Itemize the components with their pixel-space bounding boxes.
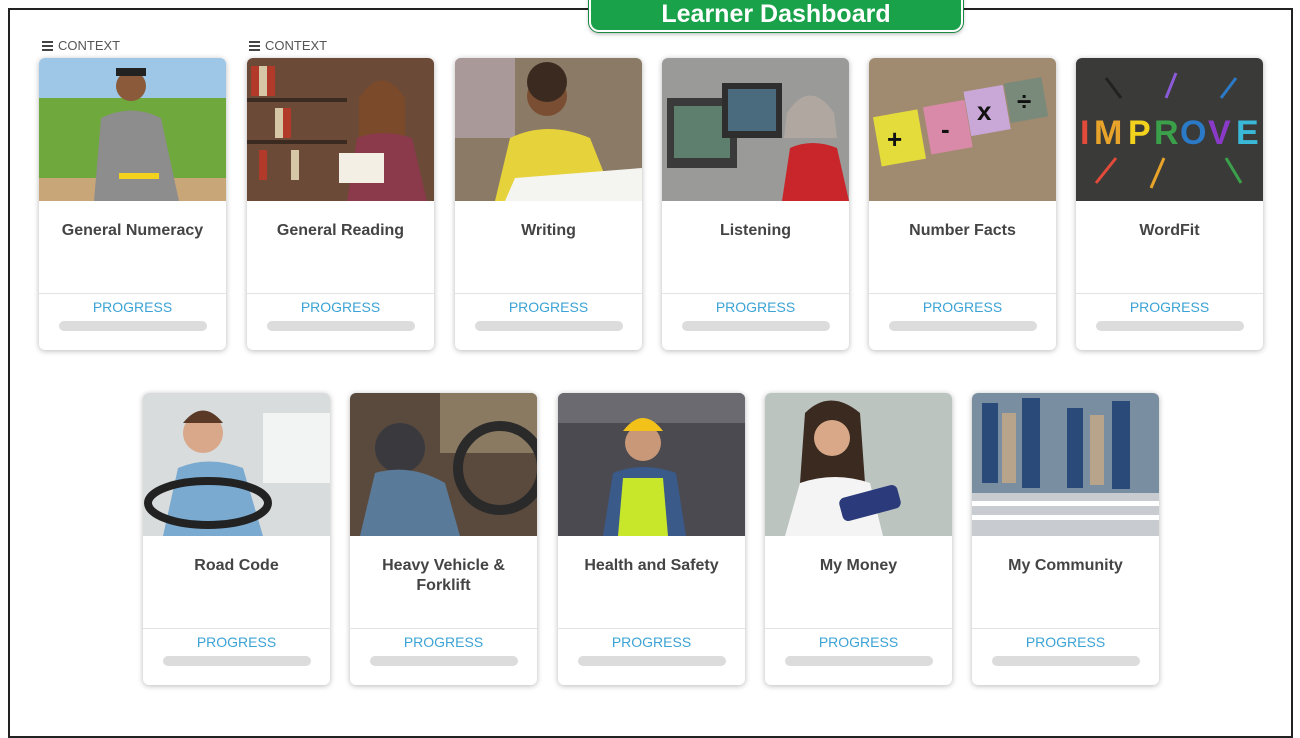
card-image	[247, 58, 434, 201]
progress-label[interactable]: PROGRESS	[247, 299, 434, 315]
card-image	[350, 393, 537, 536]
progress-bar	[681, 321, 830, 331]
svg-text:I: I	[1080, 114, 1089, 152]
course-card-my-community[interactable]: My Community PROGRESS	[972, 393, 1159, 685]
progress-label[interactable]: PROGRESS	[143, 634, 330, 650]
card-title: Road Code	[143, 536, 330, 629]
course-card-heavy-vehicle-forklift[interactable]: Heavy Vehicle & Forklift PROGRESS	[350, 393, 537, 685]
progress-label[interactable]: PROGRESS	[972, 634, 1159, 650]
progress-bar	[58, 321, 207, 331]
course-card-road-code[interactable]: Road Code PROGRESS	[143, 393, 330, 685]
progress-label[interactable]: PROGRESS	[1076, 299, 1263, 315]
progress-label[interactable]: PROGRESS	[558, 634, 745, 650]
card-title: Heavy Vehicle & Forklift	[350, 536, 537, 629]
card-image	[972, 393, 1159, 536]
svg-text:x: x	[977, 96, 992, 126]
svg-text:V: V	[1208, 114, 1231, 152]
svg-text:+: +	[887, 124, 902, 154]
svg-text:-: -	[941, 114, 950, 144]
course-card-general-reading[interactable]: General Reading PROGRESS	[247, 58, 434, 350]
progress-label[interactable]: PROGRESS	[869, 299, 1056, 315]
course-card-wordfit[interactable]: IMP ROVE WordFit PROGRESS	[1076, 58, 1263, 350]
context-menu-button-numeracy[interactable]: CONTEXT	[42, 38, 120, 53]
card-image: IMP ROVE	[1076, 58, 1263, 201]
progress-bar	[474, 321, 623, 331]
context-menu-button-reading[interactable]: CONTEXT	[249, 38, 327, 53]
page-title: Learner Dashboard	[661, 0, 891, 28]
progress-label[interactable]: PROGRESS	[455, 299, 642, 315]
course-card-listening[interactable]: Listening PROGRESS	[662, 58, 849, 350]
menu-icon	[42, 41, 53, 51]
progress-bar	[991, 656, 1140, 666]
card-image	[39, 58, 226, 201]
card-title: WordFit	[1076, 201, 1263, 294]
svg-text:E: E	[1236, 114, 1259, 152]
card-title: Listening	[662, 201, 849, 294]
progress-bar	[266, 321, 415, 331]
svg-text:÷: ÷	[1017, 86, 1031, 116]
card-title: General Reading	[247, 201, 434, 294]
progress-label[interactable]: PROGRESS	[765, 634, 952, 650]
svg-text:M: M	[1094, 114, 1122, 152]
progress-bar	[369, 656, 518, 666]
card-title: Writing	[455, 201, 642, 294]
menu-icon	[249, 41, 260, 51]
card-title: General Numeracy	[39, 201, 226, 294]
card-title: Health and Safety	[558, 536, 745, 629]
progress-label[interactable]: PROGRESS	[662, 299, 849, 315]
card-image	[143, 393, 330, 536]
card-image	[765, 393, 952, 536]
context-label: CONTEXT	[265, 38, 328, 53]
course-card-my-money[interactable]: My Money PROGRESS	[765, 393, 952, 685]
course-card-number-facts[interactable]: + - x ÷ Number Facts PROGRESS	[869, 58, 1056, 350]
card-image	[455, 58, 642, 201]
svg-text:P: P	[1128, 114, 1151, 152]
card-title: My Community	[972, 536, 1159, 629]
progress-bar	[577, 656, 726, 666]
course-card-writing[interactable]: Writing PROGRESS	[455, 58, 642, 350]
svg-text:O: O	[1180, 114, 1206, 152]
progress-bar	[1095, 321, 1244, 331]
dashboard-title-banner: Learner Dashboard	[588, 0, 964, 33]
course-card-general-numeracy[interactable]: General Numeracy PROGRESS	[39, 58, 226, 350]
context-label: CONTEXT	[58, 38, 121, 53]
progress-bar	[162, 656, 311, 666]
progress-bar	[784, 656, 933, 666]
card-title: Number Facts	[869, 201, 1056, 294]
card-image: + - x ÷	[869, 58, 1056, 201]
progress-label[interactable]: PROGRESS	[39, 299, 226, 315]
card-image	[558, 393, 745, 536]
progress-label[interactable]: PROGRESS	[350, 634, 537, 650]
course-card-health-and-safety[interactable]: Health and Safety PROGRESS	[558, 393, 745, 685]
card-title: My Money	[765, 536, 952, 629]
svg-text:R: R	[1154, 114, 1179, 152]
progress-bar	[888, 321, 1037, 331]
card-image	[662, 58, 849, 201]
